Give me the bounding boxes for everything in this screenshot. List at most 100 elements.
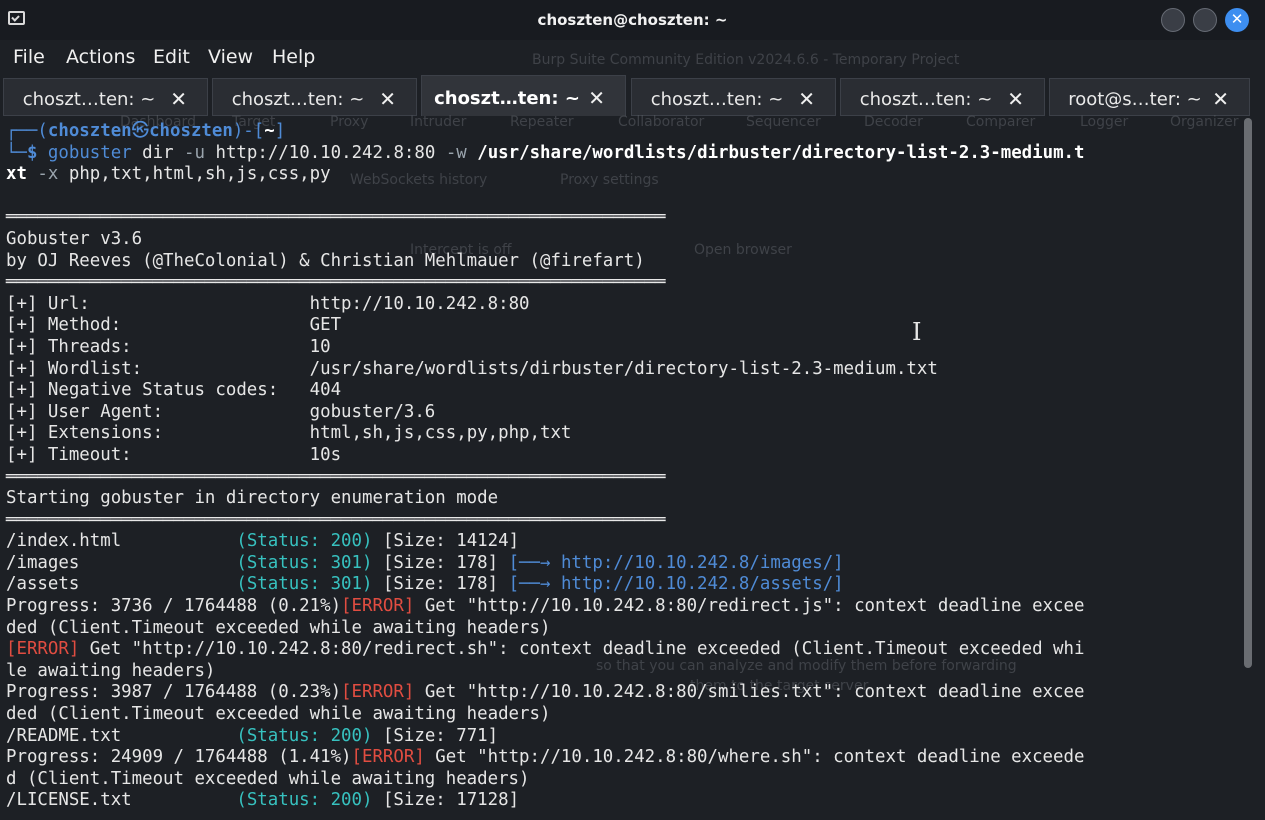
config-key: [+] Url: — [6, 293, 310, 314]
result-path: /LICENSE.txt — [6, 790, 237, 811]
config-value: 10 — [309, 336, 331, 357]
tab-label: root@s…ter: ~ — [1068, 89, 1202, 110]
config-key: [+] Method: — [6, 315, 310, 336]
result-size: [Size: 178] — [372, 574, 509, 595]
tab-close-icon[interactable]: ✕ — [170, 87, 187, 111]
prompt-frame: └─ — [6, 142, 27, 163]
tab-terminal-2[interactable]: choszt…ten: ~ ✕ — [212, 78, 417, 116]
tab-label: choszt…ten: ~ — [231, 89, 365, 110]
prompt-frame: )-[ — [232, 121, 265, 141]
tab-close-icon[interactable]: ✕ — [379, 87, 396, 111]
result-path: /images — [6, 552, 237, 573]
ghost-title: Burp Suite Community Edition v2024.6.6 -… — [532, 52, 960, 68]
menu-view[interactable]: View — [208, 46, 253, 68]
config-key: [+] Threads: — [6, 336, 310, 357]
command-flag: -w — [445, 142, 467, 163]
banner-authors: by OJ Reeves (@TheColonial) & Christian … — [6, 250, 645, 271]
command-sub: dir — [131, 142, 185, 163]
progress-line-wrap: d (Client.Timeout exceeded while awaitin… — [6, 768, 530, 789]
tab-root-session[interactable]: root@s…ter: ~ ✕ — [1049, 78, 1250, 116]
window-title: choszten@choszten: ~ — [537, 11, 728, 29]
tab-terminal-5[interactable]: choszt…ten: ~ ✕ — [840, 78, 1045, 116]
maximize-button[interactable] — [1193, 8, 1217, 32]
result-status: (Status: 200) — [236, 725, 373, 746]
prompt-frame: ] — [274, 121, 286, 141]
result-path: /assets — [6, 574, 237, 595]
result-row: /index.html (Status: 200) [Size: 14124] — [6, 531, 1085, 553]
tab-bar: choszt…ten: ~ ✕ choszt…ten: ~ ✕ choszt…t… — [0, 74, 1265, 118]
config-row: [+] Negative Status codes: 404 — [6, 380, 1085, 402]
result-redirect-link[interactable]: [──→ http://10.10.242.8/assets/] — [509, 574, 844, 594]
progress-line: Progress: 24909 / 1764488 (1.41%)[ERROR]… — [6, 747, 1085, 769]
terminal-output[interactable]: Burp Suite Community Edition v2024.6.6 -… — [0, 52, 1258, 820]
tab-label: choszt…ten: ~ — [22, 89, 156, 110]
menu-edit[interactable]: Edit — [153, 46, 190, 68]
result-size: [Size: 17128] — [372, 790, 520, 811]
error-tag: [ERROR] — [351, 747, 425, 768]
config-key: [+] Timeout: — [6, 444, 310, 465]
command-wordlist: /usr/share/wordlists/dirbuster/directory… — [466, 142, 1085, 163]
tab-label: choszt…ten: ~ — [859, 89, 993, 110]
progress-line: Progress: 3736 / 1764488 (0.21%)[ERROR] … — [6, 596, 1085, 618]
terminal-lines: ┌──(choszten㉿choszten)-[~] └─$ gobuster … — [6, 121, 1085, 812]
config-row: [+] Timeout: 10s — [6, 445, 1085, 467]
tab-close-icon[interactable]: ✕ — [588, 86, 605, 110]
error-tag: [ERROR] — [6, 639, 80, 660]
separator-line: ════════════════════════════════════════… — [6, 466, 666, 487]
error-line-wrap: le awaiting headers) — [6, 660, 216, 681]
config-key: [+] Negative Status codes: — [6, 380, 310, 401]
menu-actions[interactable]: Actions — [66, 46, 135, 68]
progress-line-wrap: ded (Client.Timeout exceeded while await… — [6, 704, 551, 725]
result-path: /index.html — [6, 531, 237, 552]
config-value: html,sh,js,css,py,php,txt — [309, 423, 572, 444]
command-flag: -x — [26, 164, 59, 185]
config-key: [+] User Agent: — [6, 401, 310, 422]
command-url: http://10.10.242.8:80 — [205, 142, 446, 163]
tab-label: choszt…ten: ~ — [650, 89, 784, 110]
close-icon: ✕ — [1230, 10, 1244, 28]
prompt-line: ┌──(choszten㉿choszten)-[~] — [6, 121, 1085, 143]
result-redirect-link[interactable]: [──→ http://10.10.242.8/images/] — [509, 553, 844, 573]
error-text: Get "http://10.10.242.8:80/redirect.js":… — [414, 596, 1085, 617]
result-size: [Size: 771] — [372, 725, 499, 746]
error-tag: [ERROR] — [341, 682, 415, 703]
minimize-button[interactable] — [1161, 8, 1185, 32]
separator-line: ════════════════════════════════════════… — [6, 207, 666, 228]
tab-terminal-1[interactable]: choszt…ten: ~ ✕ — [3, 78, 208, 116]
command-extensions: php,txt,html,sh,js,css,py — [58, 164, 331, 185]
progress-text: Progress: 3987 / 1764488 (0.23%) — [6, 682, 342, 703]
result-status: (Status: 301) — [236, 574, 373, 595]
command-line: └─$ gobuster dir -u http://10.10.242.8:8… — [6, 143, 1085, 165]
tab-terminal-4[interactable]: choszt…ten: ~ ✕ — [631, 78, 836, 116]
progress-text: Progress: 24909 / 1764488 (1.41%) — [6, 747, 352, 768]
title-bar: choszten@choszten: ~ ✕ — [0, 0, 1265, 40]
result-status: (Status: 200) — [236, 790, 373, 811]
ghost-tab: Logger — [1080, 114, 1129, 130]
config-key: [+] Wordlist: — [6, 358, 310, 379]
result-size: [Size: 178] — [372, 552, 509, 573]
config-row: [+] Url: http://10.10.242.8:80 — [6, 294, 1085, 316]
prompt-cwd: ~ — [264, 121, 275, 141]
prompt-dollar: $ — [26, 142, 38, 163]
terminal-scrollbar[interactable] — [1244, 118, 1252, 668]
tab-close-icon[interactable]: ✕ — [1212, 87, 1229, 111]
banner-version: Gobuster v3.6 — [6, 228, 143, 249]
error-text: Get "http://10.10.242.8:80/where.sh": co… — [424, 747, 1085, 768]
command-wordlist: xt — [6, 164, 27, 185]
menu-file[interactable]: File — [13, 46, 45, 68]
menu-help[interactable]: Help — [272, 46, 315, 68]
i-beam-cursor-icon: I — [912, 318, 922, 346]
command-line-wrap: xt -x php,txt,html,sh,js,css,py — [6, 164, 1085, 186]
error-tag: [ERROR] — [341, 596, 415, 617]
close-window-button[interactable]: ✕ — [1225, 8, 1249, 32]
tab-close-icon[interactable]: ✕ — [798, 87, 815, 111]
result-status: (Status: 301) — [236, 552, 373, 573]
error-text: Get "http://10.10.242.8:80/redirect.sh":… — [79, 639, 1085, 660]
tab-close-icon[interactable]: ✕ — [1007, 87, 1024, 111]
tab-label: choszt…ten: ~ — [434, 88, 580, 109]
tab-terminal-3-active[interactable]: choszt…ten: ~ ✕ — [421, 75, 626, 116]
result-path: /README.txt — [6, 725, 237, 746]
command-exe: gobuster — [47, 142, 132, 163]
config-value: http://10.10.242.8:80 — [309, 293, 530, 314]
